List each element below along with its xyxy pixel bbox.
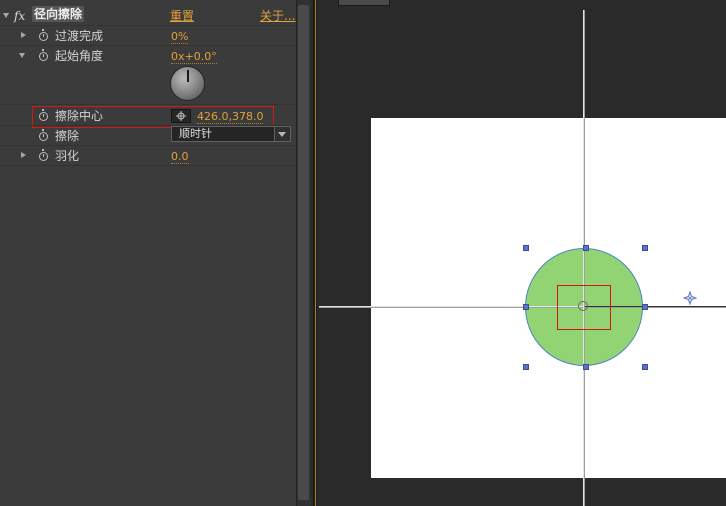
property-label: 过渡完成 xyxy=(55,29,104,43)
transform-handle[interactable] xyxy=(523,364,529,370)
transform-handle[interactable] xyxy=(642,245,648,251)
chevron-down-icon[interactable] xyxy=(274,127,290,141)
transform-handle[interactable] xyxy=(642,364,648,370)
property-value[interactable]: 0% xyxy=(171,30,189,44)
stopwatch-icon[interactable] xyxy=(39,129,48,141)
triangle-down-icon[interactable] xyxy=(3,13,9,18)
stopwatch-icon[interactable] xyxy=(39,149,48,161)
property-row-transition-completion: 过渡完成 0% xyxy=(0,26,296,46)
transform-handle[interactable] xyxy=(523,245,529,251)
divider xyxy=(0,165,296,166)
divider xyxy=(0,104,296,105)
property-label: 羽化 xyxy=(55,149,80,163)
reset-link[interactable]: 重置 xyxy=(170,7,194,24)
effect-controls-panel: fx 径向擦除 重置 关于... 过渡完成 0% 起始角度 0x+0.0° 擦除… xyxy=(0,0,296,506)
property-label: 擦除 xyxy=(55,129,80,143)
angle-dial[interactable] xyxy=(170,66,205,101)
dropdown-selected-value: 顺时针 xyxy=(179,127,212,140)
scrollbar-thumb[interactable] xyxy=(298,5,309,500)
property-value[interactable]: 0.0 xyxy=(171,150,189,164)
property-value[interactable]: 0x+0.0° xyxy=(171,50,217,64)
composition-viewer[interactable] xyxy=(317,0,726,506)
fx-toggle-icon[interactable]: fx xyxy=(14,9,25,23)
dial-pointer xyxy=(186,70,189,82)
transform-handle[interactable] xyxy=(583,245,589,251)
triangle-right-icon[interactable] xyxy=(21,32,26,38)
transform-handle[interactable] xyxy=(583,364,589,370)
triangle-right-icon[interactable] xyxy=(21,152,26,158)
vertical-guide-line[interactable] xyxy=(583,10,585,506)
property-row-feather: 羽化 0.0 xyxy=(0,146,296,166)
triangle-down-icon[interactable] xyxy=(19,53,25,58)
transform-handle[interactable] xyxy=(523,304,529,310)
transform-handle[interactable] xyxy=(642,304,648,310)
property-row-start-angle: 起始角度 0x+0.0° xyxy=(0,46,296,104)
effect-point-icon[interactable] xyxy=(683,291,697,305)
stopwatch-icon[interactable] xyxy=(39,29,48,41)
highlight-box xyxy=(557,285,611,330)
stopwatch-icon[interactable] xyxy=(39,49,48,61)
wipe-direction-dropdown[interactable]: 顺时针 xyxy=(171,126,291,142)
about-link[interactable]: 关于... xyxy=(260,7,295,24)
property-label: 起始角度 xyxy=(55,49,104,63)
effect-name[interactable]: 径向擦除 xyxy=(32,6,85,22)
vertical-scrollbar[interactable] xyxy=(296,0,311,506)
composition-tab[interactable] xyxy=(338,0,390,6)
